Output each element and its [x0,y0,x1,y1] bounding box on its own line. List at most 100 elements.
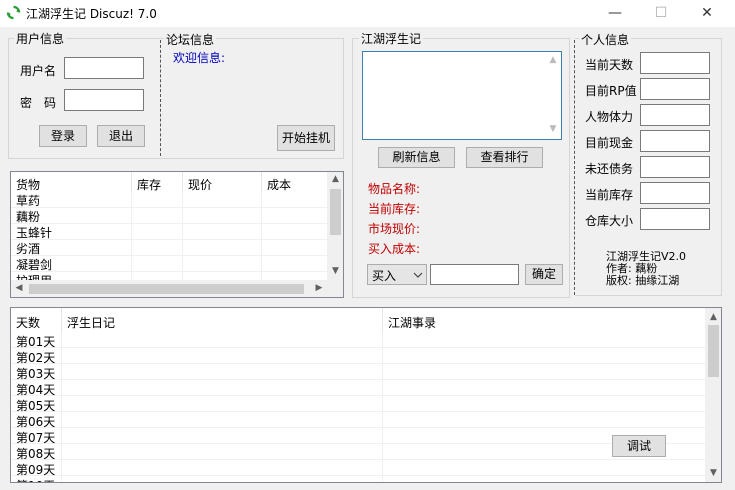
start-hook-button[interactable]: 开始挂机 [277,125,335,151]
personal-field-input[interactable] [640,208,710,230]
cell-divider [61,460,62,476]
table-row[interactable]: 第01天 [11,332,705,349]
scroll-left-icon[interactable]: ◀ [13,283,25,293]
action-select-value: 买入 [372,269,397,283]
goods-name-cell: 玉蜂针 [16,226,53,240]
personal-field-label: 人物体力 [585,110,634,124]
diary-scroll-up-icon[interactable]: ▲ [705,312,721,322]
column-divider [261,172,262,192]
goods-column-header[interactable]: 现价 [188,176,212,193]
personal-field-label: 当前库存 [585,188,634,202]
personal-title: 个人信息 [579,31,632,48]
action-select[interactable]: 买入 [367,264,427,285]
table-row[interactable]: 玉蜂针 [11,224,327,240]
cell-divider [131,256,132,272]
goods-name-cell: 草药 [16,194,41,208]
log-scrollbar[interactable]: ▲ ▼ [545,52,561,139]
cell-divider [382,380,383,396]
table-row[interactable]: 第03天 [11,364,705,381]
goods-vscroll-thumb[interactable] [330,189,341,235]
goods-column-header[interactable]: 货物 [16,176,40,193]
cell-divider [261,224,262,240]
table-row[interactable]: 第07天 [11,428,705,445]
diary-column-header[interactable]: 浮生日记 [67,314,115,331]
personal-field-input[interactable] [640,104,710,126]
personal-field-input[interactable] [640,52,710,74]
log-scroll-up-icon[interactable]: ▲ [545,55,561,65]
cell-divider [382,396,383,412]
table-row[interactable]: 劣酒 [11,240,327,256]
cell-divider [182,192,183,208]
table-row[interactable]: 第04天 [11,380,705,397]
personal-field-input[interactable] [640,182,710,204]
cell-divider [382,476,383,482]
goods-rows: 草药藕粉玉蜂针劣酒凝碧剑护理用 [11,192,327,288]
market-price-label: 市场现价: [368,222,421,236]
cell-divider [261,208,262,224]
maximize-button[interactable]: ☐ [638,0,684,26]
goods-column-header[interactable]: 库存 [137,176,161,193]
column-divider [131,172,132,192]
username-input[interactable] [64,57,144,79]
close-button[interactable]: ✕ [684,0,730,26]
cell-divider [61,380,62,396]
personal-field-input[interactable] [640,130,710,152]
diary-day-cell: 第10天 [16,477,55,482]
cell-divider [131,208,132,224]
cell-divider [182,256,183,272]
table-row[interactable]: 第10天 [11,476,705,482]
personal-field-input[interactable] [640,78,710,100]
cell-divider [382,412,383,428]
jianghu-log-textarea[interactable]: ▲ ▼ [362,51,562,140]
table-row[interactable]: 第09天 [11,460,705,477]
cell-divider [61,332,62,348]
cell-divider [61,396,62,412]
cell-divider [261,192,262,208]
refresh-button[interactable]: 刷新信息 [378,147,455,168]
table-row[interactable]: 藕粉 [11,208,327,224]
minimize-button[interactable]: — [592,0,638,26]
diary-vscrollbar[interactable]: ▲ ▼ [705,308,721,482]
login-button[interactable]: 登录 [39,125,87,147]
cell-divider [61,412,62,428]
goods-hscroll-thumb[interactable] [29,284,304,294]
password-input[interactable] [64,89,144,111]
diary-column-header[interactable]: 江湖事录 [388,314,436,331]
cell-divider [382,364,383,380]
personal-field-input[interactable] [640,156,710,178]
username-label: 用户名 [20,64,57,78]
goods-header: 货物 库存 现价 成本 [11,172,327,192]
table-row[interactable]: 凝碧剑 [11,256,327,272]
scroll-down-icon[interactable]: ▼ [327,266,343,276]
table-row[interactable]: 第02天 [11,348,705,365]
goods-vscrollbar[interactable]: ▲ ▼ [327,172,343,280]
scroll-right-icon[interactable]: ▶ [313,283,325,293]
logout-button[interactable]: 退出 [97,125,145,147]
password-label: 密 码 [20,96,57,110]
cell-divider [61,364,62,380]
stock-label: 当前库存: [368,202,421,216]
goods-hscrollbar[interactable]: ◀ ▶ [11,280,343,297]
confirm-button[interactable]: 确定 [525,264,563,285]
diary-column-header[interactable]: 天数 [16,314,40,331]
table-row[interactable]: 第08天 [11,444,705,461]
cell-divider [261,256,262,272]
table-row[interactable]: 第05天 [11,396,705,413]
user-info-title: 用户信息 [14,30,67,47]
table-row[interactable]: 草药 [11,192,327,208]
scroll-up-icon[interactable]: ▲ [327,174,343,184]
personal-field-label: 目前RP值 [585,84,637,98]
cell-divider [131,192,132,208]
diary-vscroll-thumb[interactable] [708,325,719,377]
log-scroll-down-icon[interactable]: ▼ [545,124,561,134]
goods-column-header[interactable]: 成本 [267,176,291,193]
ranking-button[interactable]: 查看排行 [466,147,543,168]
debug-button[interactable]: 调试 [612,435,666,457]
goods-list[interactable]: 货物库存现价成本 草药藕粉玉蜂针劣酒凝碧剑护理用 ▲ ▼ ◀ ▶ [10,171,344,298]
column-divider [61,308,62,332]
diary-scroll-down-icon[interactable]: ▼ [705,468,721,478]
amount-input[interactable] [430,264,519,285]
table-row[interactable]: 第06天 [11,412,705,429]
diary-header: 天数 浮生日记 江湖事录 [11,308,705,332]
column-divider [182,172,183,192]
